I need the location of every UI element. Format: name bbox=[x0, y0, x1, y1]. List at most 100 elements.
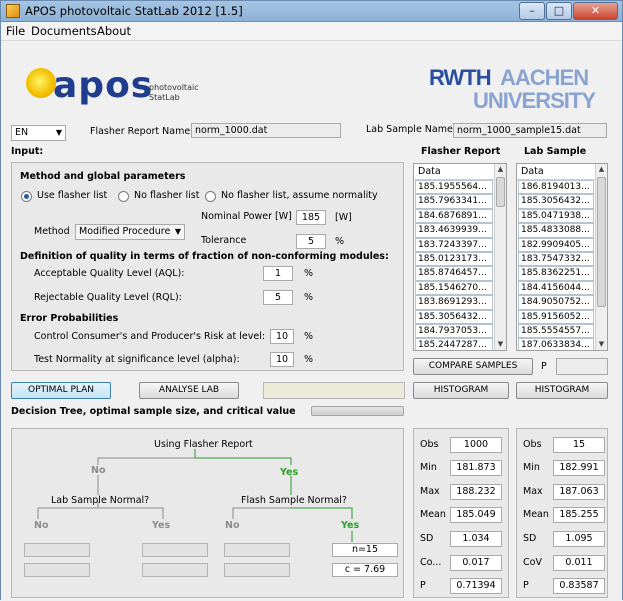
normality-label: Test Normality at significance level (al… bbox=[34, 354, 240, 365]
decision-tree-panel: Using Flasher Report No Yes Lab Sample N… bbox=[11, 428, 404, 598]
app-window: APOS photovoltaic StatLab 2012 [1.5] – □… bbox=[0, 0, 623, 601]
input-panel: Method and global parameters Use flasher… bbox=[11, 162, 404, 371]
flasher-stat-label: Co... bbox=[420, 557, 442, 568]
lab-cell[interactable]: 185.4833088... bbox=[518, 223, 594, 238]
lab-stat-label: Obs bbox=[523, 439, 542, 450]
menu-file[interactable]: File bbox=[6, 24, 25, 38]
nominal-power-input[interactable]: 185 bbox=[296, 210, 326, 225]
lab-cell[interactable]: 186.8194013... bbox=[518, 180, 594, 195]
maximize-button[interactable]: □ bbox=[546, 2, 572, 20]
tree-root-no: No bbox=[91, 465, 106, 476]
lab-cell[interactable]: 185.8362251... bbox=[518, 266, 594, 281]
optimal-plan-button[interactable]: OPTIMAL PLAN bbox=[11, 382, 111, 399]
lab-sample-name-label: Lab Sample Name: bbox=[366, 124, 457, 135]
flasher-cell[interactable]: 185.3056432... bbox=[415, 309, 493, 324]
aql-input[interactable]: 1 bbox=[263, 266, 293, 281]
radio-assume-normality[interactable] bbox=[205, 191, 216, 202]
flasher-cell[interactable]: 185.1955564... bbox=[415, 180, 493, 195]
flasher-report-name-field[interactable]: norm_1000.dat bbox=[191, 123, 341, 138]
lab-cell[interactable]: 187.0633834... bbox=[518, 338, 594, 350]
flasher-stat-value: 0.71394 bbox=[450, 578, 502, 594]
lab-sample-list-title: Lab Sample bbox=[524, 146, 587, 157]
lab-stat-value: 15 bbox=[553, 437, 605, 453]
flasher-cell[interactable]: 183.7243397... bbox=[415, 237, 493, 252]
tree-right-no: No bbox=[225, 520, 240, 531]
scroll-down-icon[interactable]: ▼ bbox=[596, 339, 607, 350]
lab-cell[interactable]: 185.9156052... bbox=[518, 309, 594, 324]
window-title: APOS photovoltaic StatLab 2012 [1.5] bbox=[25, 4, 243, 18]
scroll-thumb[interactable] bbox=[496, 177, 505, 207]
flasher-report-list[interactable]: Data 185.1955564... 185.7963341... 184.687… bbox=[413, 163, 507, 351]
histogram-lab-button[interactable]: HISTOGRAM bbox=[516, 382, 608, 399]
lab-cell[interactable]: 185.5554557... bbox=[518, 323, 594, 339]
input-section-title: Input: bbox=[11, 146, 44, 157]
histogram-flasher-button[interactable]: HISTOGRAM bbox=[413, 382, 509, 399]
risk-input[interactable]: 10 bbox=[270, 329, 294, 344]
flasher-cell[interactable]: 183.4639939... bbox=[415, 223, 493, 238]
title-bar[interactable]: APOS photovoltaic StatLab 2012 [1.5] – □… bbox=[1, 1, 622, 22]
minimize-button[interactable]: – bbox=[519, 2, 545, 20]
lab-cell[interactable]: 182.9909405... bbox=[518, 237, 594, 252]
lab-cell[interactable]: 184.4156044... bbox=[518, 280, 594, 296]
rql-input[interactable]: 5 bbox=[263, 290, 293, 305]
radio-no-flasher-list[interactable] bbox=[118, 191, 129, 202]
scroll-thumb[interactable] bbox=[597, 177, 606, 307]
scroll-up-icon[interactable]: ▲ bbox=[596, 164, 607, 175]
lab-stat-value: 0.83587 bbox=[553, 578, 605, 594]
tree-result-box bbox=[142, 543, 208, 557]
apos-logo-sub2: StatLab bbox=[149, 93, 180, 102]
tree-result-box bbox=[24, 543, 90, 557]
lab-cell[interactable]: 185.3056432... bbox=[518, 194, 594, 209]
radio-label-no-flasher-list: No flasher list bbox=[134, 190, 200, 201]
flasher-cell[interactable]: 184.6876891... bbox=[415, 208, 493, 224]
method-section-title: Method and global parameters bbox=[20, 171, 186, 182]
flasher-cell[interactable]: 185.7963341... bbox=[415, 194, 493, 209]
analyse-lab-button[interactable]: ANALYSE LAB bbox=[139, 382, 239, 399]
chevron-down-icon: ▼ bbox=[174, 227, 181, 236]
lab-list-scrollbar[interactable]: ▲ ▼ bbox=[595, 164, 607, 350]
tree-line-right-no bbox=[232, 507, 290, 519]
radio-use-flasher-list[interactable] bbox=[21, 191, 32, 202]
flasher-cell[interactable]: 185.0123173... bbox=[415, 251, 493, 267]
tree-line-right-yes bbox=[290, 507, 353, 519]
lab-cell[interactable]: 183.7547332... bbox=[518, 251, 594, 267]
menu-documents[interactable]: Documents bbox=[31, 24, 97, 38]
lab-cell[interactable]: 185.0471938... bbox=[518, 208, 594, 224]
flasher-cell[interactable]: 185.1546270... bbox=[415, 280, 493, 296]
flasher-list-scrollbar[interactable]: ▲ ▼ bbox=[494, 164, 506, 350]
menu-about[interactable]: About bbox=[97, 24, 131, 38]
method-label: Method bbox=[34, 226, 70, 237]
flasher-stat-label: Max bbox=[420, 486, 440, 497]
scroll-down-icon[interactable]: ▼ bbox=[495, 339, 506, 350]
aql-label: Acceptable Quality Level (AQL): bbox=[34, 268, 185, 279]
aql-unit: % bbox=[304, 268, 314, 279]
risk-label: Control Consumer's and Producer's Risk a… bbox=[34, 331, 266, 342]
rwth-logo-line2: UNIVERSITY bbox=[473, 88, 596, 113]
normality-input[interactable]: 10 bbox=[270, 352, 294, 367]
tree-left-question: Lab Sample Normal? bbox=[51, 495, 150, 506]
method-select[interactable]: Modified Procedure ▼ bbox=[75, 224, 185, 240]
p-value-field[interactable] bbox=[556, 358, 608, 375]
flasher-stat-value: 1.034 bbox=[450, 531, 502, 547]
apos-sun-icon bbox=[26, 68, 56, 98]
lab-sample-name-field[interactable]: norm_1000_sample15.dat bbox=[453, 123, 607, 138]
flasher-cell[interactable]: 185.8746457... bbox=[415, 266, 493, 281]
scroll-up-icon[interactable]: ▲ bbox=[495, 164, 506, 175]
flasher-cell[interactable]: 184.7937053... bbox=[415, 323, 493, 339]
tree-line-root-yes bbox=[195, 457, 292, 465]
language-select[interactable]: EN ▼ bbox=[11, 125, 66, 141]
lab-stat-label: Max bbox=[523, 486, 543, 497]
flasher-stat-label: P bbox=[420, 580, 426, 591]
close-button[interactable]: ✕ bbox=[573, 2, 618, 20]
tree-right-question: Flash Sample Normal? bbox=[241, 495, 347, 506]
radio-label-use-flasher-list: Use flasher list bbox=[37, 190, 108, 201]
lab-cell[interactable]: 184.9050752... bbox=[518, 295, 594, 310]
main-content: apos photovoltaic StatLab RWTH AACHEN UN… bbox=[1, 42, 622, 601]
flasher-cell[interactable]: 185.2447287... bbox=[415, 338, 493, 350]
compare-samples-button[interactable]: COMPARE SAMPLES bbox=[413, 358, 533, 375]
lab-sample-list[interactable]: Data 186.8194013... 185.3056432... 185.047… bbox=[516, 163, 608, 351]
risk-unit: % bbox=[304, 331, 314, 342]
lab-stat-label: P bbox=[523, 580, 529, 591]
tolerance-input[interactable]: 5 bbox=[296, 234, 326, 249]
flasher-cell[interactable]: 183.8691293... bbox=[415, 295, 493, 310]
